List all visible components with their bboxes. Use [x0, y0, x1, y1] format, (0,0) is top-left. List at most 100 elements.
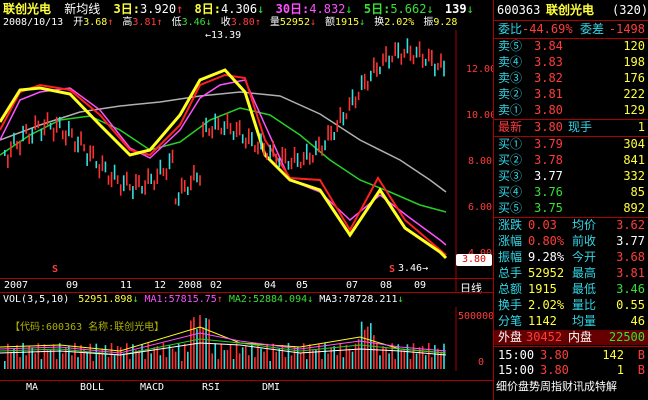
stat-row: 换手 2.02% 量比 0.55	[494, 298, 648, 313]
candle	[162, 167, 165, 177]
volume-bar	[168, 345, 171, 369]
candle	[354, 96, 357, 109]
volume-bar	[86, 351, 88, 369]
sell-row-5[interactable]: 卖⑤ 3.84 120	[494, 39, 648, 54]
panel-footer[interactable]: 细价盘势周指财讯成特解	[494, 379, 648, 396]
volume-bar	[244, 346, 247, 369]
price-chart[interactable]: 12.00 10.00 8.00 6.00 4.00 ←13.39 3.46→ …	[0, 30, 496, 292]
sell-row-4[interactable]: 卖④ 3.83 198	[494, 55, 648, 70]
candle	[330, 125, 332, 141]
sell-marker[interactable]: S	[52, 264, 58, 275]
candle	[226, 112, 229, 129]
volume-bar	[92, 360, 95, 369]
sell-row-1[interactable]: 卖① 3.80 129	[494, 103, 648, 118]
sell-row-3[interactable]: 卖③ 3.82 176	[494, 71, 648, 86]
candle	[171, 149, 174, 164]
volume-bar	[138, 350, 140, 369]
buy-row-1[interactable]: 买① 3.79 304	[494, 137, 648, 152]
volume-chart-svg[interactable]	[0, 307, 493, 371]
candle	[278, 157, 281, 168]
stat-row: 涨跌 0.03 均价 3.62	[494, 218, 648, 233]
sell-marker[interactable]: S	[389, 264, 395, 275]
volume-bar	[254, 357, 256, 369]
candle	[357, 91, 360, 101]
stat-label: 今开	[572, 250, 597, 264]
buy-row-4[interactable]: 买④ 3.76 85	[494, 185, 648, 200]
candle	[71, 128, 73, 138]
volume-ma3-value: 78728.211	[343, 294, 398, 305]
volume-bar	[248, 355, 250, 369]
buy-row-3[interactable]: 买③ 3.77 332	[494, 169, 648, 184]
panel-footer-text[interactable]: 细价盘势周指财讯成特解	[496, 379, 617, 394]
volume-bar	[348, 348, 351, 369]
candle	[440, 53, 442, 68]
stock-name[interactable]: 联创光电	[3, 2, 51, 16]
volume-axis-bottom: 0	[478, 357, 485, 368]
candle	[126, 171, 128, 186]
sell-volume: 129	[623, 103, 645, 117]
candle	[168, 153, 171, 170]
candle	[434, 63, 436, 77]
buy-row-5[interactable]: 买⑤ 3.75 892	[494, 201, 648, 216]
candle	[214, 113, 217, 130]
sell-row-2[interactable]: 卖② 3.81 222	[494, 87, 648, 102]
panel-title: 600363 联创光电 (320)	[494, 3, 648, 18]
candle	[345, 113, 348, 120]
date-tick: 04	[264, 280, 277, 291]
buy-price: 3.79	[534, 137, 563, 151]
volume-bar	[104, 345, 107, 369]
volume-bar	[49, 350, 52, 369]
tab-boll[interactable]: BOLL	[72, 381, 112, 394]
candle	[89, 145, 91, 162]
volume-ma1-label: MA1:	[144, 294, 169, 305]
candle	[370, 70, 372, 82]
tick-volume: 1	[616, 363, 624, 377]
volume-ma3-label: MA3:	[319, 294, 344, 305]
volume-chart[interactable]: VOL(3,5,10) 52951.898↓ MA1:57815.75↑ MA2…	[0, 292, 494, 373]
arrow-up-icon: ↑	[156, 17, 163, 28]
candle	[165, 168, 168, 181]
ma-item-2-label: 8日:	[194, 2, 221, 16]
candle	[348, 97, 351, 111]
volume-bar	[345, 345, 348, 369]
candle	[366, 80, 369, 91]
candle	[10, 141, 12, 158]
latest-row: 最新 3.80 现手 1	[494, 120, 648, 135]
stat-value: 3.68	[616, 250, 645, 264]
volume-header: VOL(3,5,10) 52951.898↓ MA1:57815.75↑ MA2…	[3, 294, 404, 305]
waipan-label: 外盘	[498, 330, 523, 344]
buy-volume: 841	[623, 153, 645, 167]
candle	[260, 133, 262, 150]
tab-ma[interactable]: MA	[14, 381, 50, 394]
candle	[159, 159, 162, 175]
candle	[46, 112, 49, 126]
tick-volume: 142	[602, 348, 624, 362]
sell-label: 卖⑤	[498, 39, 523, 53]
candle	[147, 168, 149, 184]
sell-label: 卖③	[498, 71, 523, 85]
tab-dmi[interactable]: DMI	[254, 381, 288, 394]
open-value: 3.68	[83, 17, 108, 28]
ma-item-3-label: 30日:	[275, 2, 310, 16]
sell-price: 3.82	[534, 71, 563, 85]
low-price-label: 3.46→	[398, 263, 429, 274]
close-label: 收	[220, 17, 231, 28]
vol-value: 52952	[279, 17, 310, 28]
ma-item-5: 139↓	[445, 2, 474, 16]
candle	[49, 123, 52, 130]
candle	[187, 186, 189, 196]
buy-price: 3.77	[534, 169, 563, 183]
ma-mode-label[interactable]: 新均线	[64, 2, 100, 16]
tab-macd[interactable]: MACD	[132, 381, 172, 394]
ma-item-1-value: 3.920	[139, 2, 177, 16]
volume-bar	[132, 344, 134, 369]
tab-rsi[interactable]: RSI	[194, 381, 228, 394]
price-chart-svg[interactable]	[0, 30, 493, 292]
stat-label: 最低	[572, 282, 597, 296]
candle	[299, 161, 302, 169]
buy-row-2[interactable]: 买② 3.78 841	[494, 153, 648, 168]
date-tick: 12	[154, 280, 167, 291]
date-axis: 2007 09 11 12 2008 02 04 05 07 08 09 日线	[0, 278, 493, 295]
amt-label: 额	[325, 17, 336, 28]
stat-row: 总额 1915 最低 3.46	[494, 282, 648, 297]
